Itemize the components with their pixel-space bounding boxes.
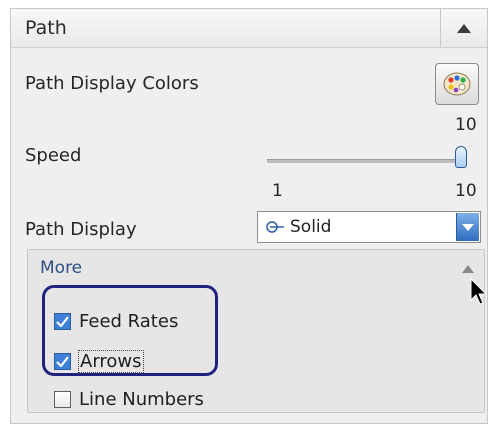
speed-current-value: 10 bbox=[455, 115, 477, 135]
feed-rates-checkbox[interactable] bbox=[54, 312, 71, 330]
speed-max-label: 10 bbox=[455, 181, 477, 201]
path-panel: Path Path Display Colors 10 Speed 1 10 P… bbox=[10, 8, 488, 424]
checkbox-row-line-numbers[interactable]: Line Numbers bbox=[54, 386, 204, 412]
checkmark-icon bbox=[56, 355, 69, 367]
line-numbers-checkbox[interactable] bbox=[54, 390, 71, 408]
speed-slider-thumb[interactable] bbox=[455, 146, 467, 168]
checkbox-row-feed-rates[interactable]: Feed Rates bbox=[54, 308, 178, 334]
chevron-down-icon bbox=[462, 223, 474, 231]
panel-header[interactable]: Path bbox=[11, 9, 487, 48]
path-display-colors-button[interactable] bbox=[435, 63, 479, 105]
path-display-label: Path Display bbox=[25, 219, 137, 240]
checkmark-icon bbox=[56, 315, 69, 327]
checkbox-row-arrows[interactable]: Arrows bbox=[54, 348, 144, 374]
arrows-label: Arrows bbox=[78, 349, 144, 373]
more-toggle[interactable]: More bbox=[40, 258, 82, 278]
chevron-up-icon bbox=[457, 23, 471, 33]
path-display-select[interactable]: Solid bbox=[257, 211, 481, 243]
path-display-colors-label: Path Display Colors bbox=[25, 73, 199, 94]
speed-min-label: 1 bbox=[272, 181, 283, 201]
palette-icon bbox=[443, 72, 471, 96]
mouse-cursor-icon bbox=[470, 278, 488, 305]
panel-title: Path bbox=[25, 17, 67, 39]
speed-label: Speed bbox=[25, 145, 82, 166]
line-numbers-label: Line Numbers bbox=[79, 388, 204, 410]
collapse-button[interactable] bbox=[440, 9, 487, 47]
dropdown-arrow-button[interactable] bbox=[456, 213, 479, 241]
solid-line-icon bbox=[266, 221, 284, 233]
arrows-checkbox[interactable] bbox=[54, 352, 71, 370]
chevron-up-icon[interactable] bbox=[462, 265, 474, 273]
feed-rates-label: Feed Rates bbox=[79, 310, 179, 332]
speed-slider-track[interactable] bbox=[267, 159, 463, 163]
path-display-value: Solid bbox=[290, 217, 332, 237]
more-section: More Feed Rates Arrows Line Numbers bbox=[27, 249, 488, 413]
